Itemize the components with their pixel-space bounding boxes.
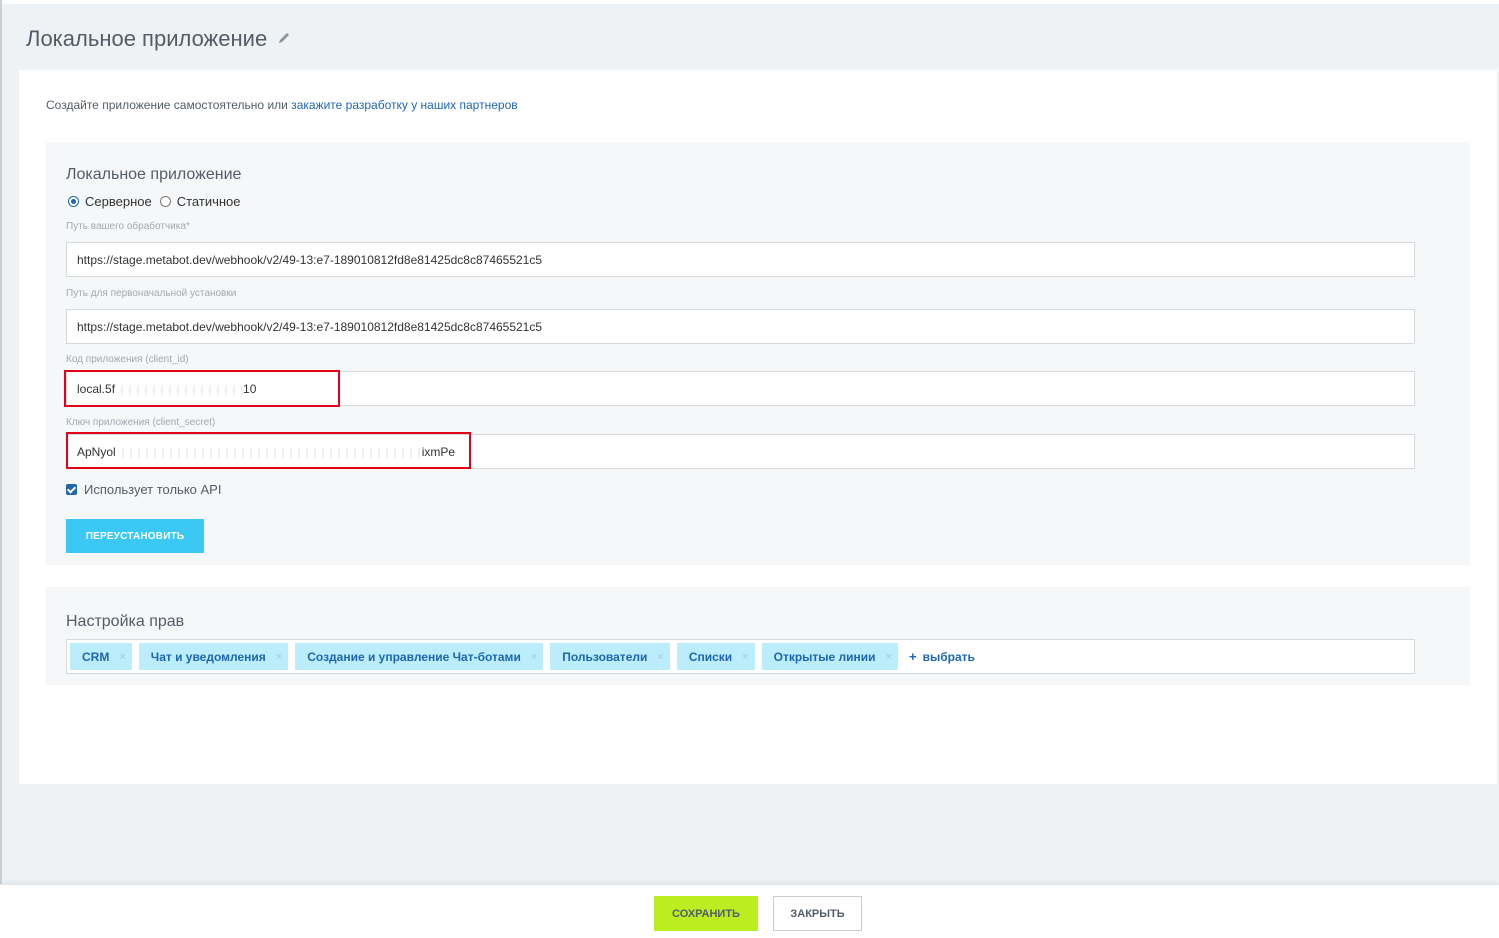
remove-icon[interactable]: ×: [119, 651, 125, 663]
intro-static-text: Создайте приложение самостоятельно или: [46, 98, 292, 112]
page-header: Локальное приложение: [2, 4, 1499, 70]
remove-icon[interactable]: ×: [276, 651, 282, 663]
remove-icon[interactable]: ×: [531, 651, 537, 663]
page-title: Локальное приложение: [26, 26, 268, 51]
partners-link[interactable]: закажите разработку у наших партнеров: [291, 98, 517, 112]
radio-server[interactable]: [68, 196, 79, 207]
install-path-input[interactable]: [66, 309, 1415, 344]
tag-chatbots[interactable]: Создание и управление Чат-ботами ×: [295, 643, 544, 670]
close-button[interactable]: ЗАКРЫТЬ: [773, 896, 862, 931]
api-only-label[interactable]: Использует только API: [84, 482, 221, 497]
tag-label: Пользователи: [562, 649, 648, 664]
tag-open-lines[interactable]: Открытые линии ×: [761, 643, 898, 670]
left-edge: [0, 0, 2, 884]
radio-static[interactable]: [159, 196, 171, 207]
client-id-label: Код приложения (client_id): [66, 354, 189, 365]
rights-section-title: Настройка прав: [66, 613, 185, 630]
footer-bar: СОХРАНИТЬ ЗАКРЫТЬ: [0, 884, 1499, 938]
intro-text: Создайте приложение самостоятельно или з…: [46, 98, 518, 112]
handler-path-input[interactable]: [66, 242, 1415, 277]
choose-label: выбрать: [922, 650, 975, 664]
remove-icon[interactable]: ×: [742, 651, 748, 663]
app-settings-panel: Локальное приложение Серверное Статичное…: [46, 142, 1470, 565]
radio-server-label[interactable]: Серверное: [85, 194, 152, 209]
install-path-label: Путь для первоначальной установки: [66, 288, 237, 299]
tag-label: Чат и уведомления: [150, 649, 266, 664]
tag-label: Создание и управление Чат-ботами: [307, 649, 521, 664]
main-card: Создайте приложение самостоятельно или з…: [19, 70, 1497, 784]
api-only-checkbox[interactable]: [66, 484, 77, 495]
plus-icon: +: [908, 649, 917, 664]
tag-label: Списки: [688, 649, 733, 664]
tag-label: CRM: [82, 649, 110, 664]
client-secret-label: Ключ приложения (client_secret): [66, 417, 216, 428]
app-section-title: Локальное приложение: [66, 166, 242, 183]
highlight-frame: [64, 370, 340, 407]
save-button[interactable]: СОХРАНИТЬ: [654, 896, 758, 931]
tag-label: Открытые линии: [773, 649, 876, 664]
pencil-icon[interactable]: [277, 31, 291, 45]
rights-panel: Настройка прав CRM × Чат и уведомления × С…: [46, 587, 1470, 685]
tag-crm[interactable]: CRM ×: [70, 643, 132, 670]
choose-rights-button[interactable]: + выбрать: [909, 649, 975, 664]
remove-icon[interactable]: ×: [657, 651, 663, 663]
remove-icon[interactable]: ×: [886, 651, 892, 663]
radio-static-label[interactable]: Статичное: [177, 194, 241, 209]
api-only-row: Использует только API: [66, 482, 221, 497]
tag-users[interactable]: Пользователи ×: [550, 643, 670, 670]
highlight-frame: [66, 432, 471, 469]
app-type-radio-group: Серверное Статичное: [68, 194, 249, 209]
handler-path-label: Путь вашего обработчика*: [66, 221, 190, 232]
tag-lists[interactable]: Списки ×: [676, 643, 755, 670]
reinstall-button[interactable]: ПЕРЕУСТАНОВИТЬ: [66, 519, 204, 553]
tag-chat-notifications[interactable]: Чат и уведомления ×: [138, 643, 289, 670]
rights-tags-field[interactable]: CRM × Чат и уведомления × Создание и управ…: [66, 639, 1415, 674]
